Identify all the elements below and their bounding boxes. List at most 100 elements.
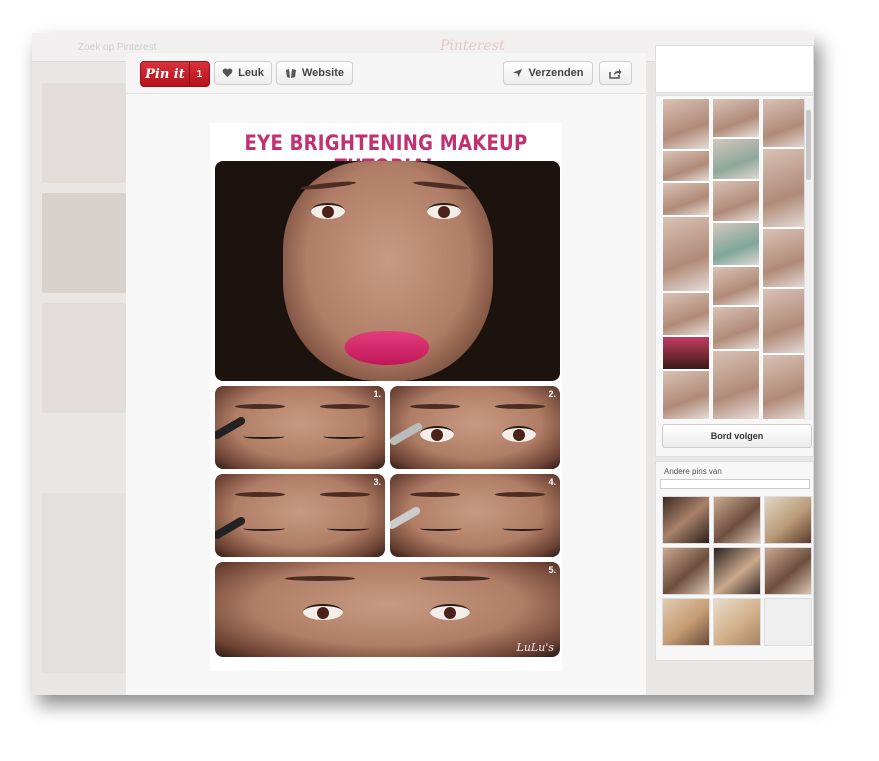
website-label: Website [302, 67, 344, 79]
share-icon [609, 68, 622, 79]
brow [410, 404, 460, 409]
board-thumbnail[interactable] [712, 98, 760, 138]
step-5-photo: 5. LuLu's [215, 562, 560, 657]
like-label: Leuk [238, 67, 264, 79]
board-thumbnail[interactable] [662, 150, 710, 182]
board-thumbnail[interactable] [762, 98, 804, 148]
step-2-photo: 2. [390, 386, 560, 469]
step-1-photo: 1. [215, 386, 385, 469]
board-thumbnail[interactable] [712, 222, 760, 266]
closed-eye [502, 526, 544, 531]
hero-face-photo [215, 161, 560, 381]
board-thumbnail[interactable] [762, 288, 804, 354]
eye [420, 426, 454, 442]
share-button[interactable] [599, 61, 632, 85]
pin-image[interactable]: EYE BRIGHTENING MAKEUP TUTORIAL 1. [210, 123, 562, 671]
makeup-brush [215, 415, 247, 441]
like-button[interactable]: Leuk [214, 61, 272, 85]
eye [430, 604, 470, 620]
lips [345, 331, 429, 365]
eye-left [311, 203, 345, 219]
other-pin-thumbnail[interactable] [662, 547, 710, 595]
brow [495, 404, 545, 409]
board-thumbnail[interactable] [712, 266, 760, 306]
pin-toolbar: Pin it 1 Leuk Website Verzenden [126, 53, 646, 94]
brow [235, 492, 285, 497]
background-pin-column [42, 73, 126, 673]
brow [495, 492, 545, 497]
background-search-hint: Zoek op Pinterest [78, 42, 157, 53]
board-thumbnail[interactable] [712, 306, 760, 350]
brow [285, 576, 355, 581]
brow [320, 404, 370, 409]
other-pins-panel: Andere pins van [655, 461, 814, 661]
step-4-photo: 4. [390, 474, 560, 557]
other-pins-source-field [660, 479, 810, 489]
board-thumbnail[interactable] [762, 148, 804, 228]
step-number: 4. [548, 477, 556, 487]
eye [303, 604, 343, 620]
background-pin [42, 193, 126, 293]
pin-count: 1 [188, 62, 209, 86]
heart-icon [222, 68, 233, 78]
brow [235, 404, 285, 409]
board-thumbnail[interactable] [762, 354, 804, 420]
board-thumbnail[interactable] [662, 292, 710, 336]
other-pin-thumbnail[interactable] [764, 547, 812, 595]
brow [320, 492, 370, 497]
other-pin-thumbnail[interactable] [713, 496, 761, 544]
board-thumbnail[interactable] [712, 350, 760, 420]
board-thumbnail[interactable] [662, 336, 710, 370]
background-pin [42, 83, 126, 183]
pin-closeup: Pin it 1 Leuk Website Verzenden EYE BRIG… [126, 53, 646, 695]
board-thumbnail[interactable] [662, 182, 710, 216]
send-button[interactable]: Verzenden [503, 61, 593, 85]
board-thumbnail[interactable] [762, 228, 804, 288]
scrollbar-thumb[interactable] [806, 110, 811, 180]
makeup-brush [390, 505, 422, 531]
follow-board-button[interactable]: Bord volgen [662, 424, 812, 448]
other-pin-thumbnail-empty [764, 598, 812, 646]
board-thumbnail[interactable] [662, 216, 710, 292]
brow [410, 492, 460, 497]
brow [420, 576, 490, 581]
pin-it-button[interactable]: Pin it 1 [140, 61, 210, 87]
send-label: Verzenden [528, 67, 584, 79]
closed-eye [327, 526, 369, 531]
step-3-photo: 3. [215, 474, 385, 557]
closed-eye [243, 434, 285, 439]
lulus-watermark: LuLu's [516, 641, 554, 654]
closed-eye [243, 526, 285, 531]
other-pin-thumbnail[interactable] [713, 598, 761, 646]
board-thumbnail[interactable] [712, 180, 760, 222]
board-header[interactable] [655, 45, 814, 93]
closed-eye [420, 526, 462, 531]
background-pin [42, 493, 126, 673]
board-sidebar: Bord volgen Andere pins van [655, 45, 814, 665]
closed-eye [323, 434, 365, 439]
background-logo: Pinterest [440, 38, 505, 54]
board-scrollbar[interactable] [804, 98, 812, 420]
board-thumbnail-grid[interactable] [662, 98, 804, 420]
other-pin-thumbnail[interactable] [662, 496, 710, 544]
other-pin-thumbnail[interactable] [713, 547, 761, 595]
send-icon [513, 68, 523, 78]
website-icon [286, 68, 296, 78]
other-pin-thumbnail[interactable] [662, 598, 710, 646]
makeup-brush [215, 515, 247, 541]
step-number: 2. [548, 389, 556, 399]
browser-screenshot: Zoek op Pinterest Pinterest Pin it 1 Leu… [32, 33, 814, 695]
other-pin-thumbnail[interactable] [764, 496, 812, 544]
background-pin [42, 303, 126, 413]
website-button[interactable]: Website [276, 61, 353, 85]
step-number: 3. [373, 477, 381, 487]
eye-right [427, 203, 461, 219]
eye [502, 426, 536, 442]
board-thumbnails-panel: Bord volgen [655, 95, 814, 457]
board-thumbnail[interactable] [662, 98, 710, 150]
makeup-pencil [390, 421, 424, 447]
pin-it-label: Pin it [145, 66, 185, 82]
board-thumbnail[interactable] [662, 370, 710, 420]
board-thumbnail[interactable] [712, 138, 760, 180]
step-number: 5. [548, 565, 556, 575]
